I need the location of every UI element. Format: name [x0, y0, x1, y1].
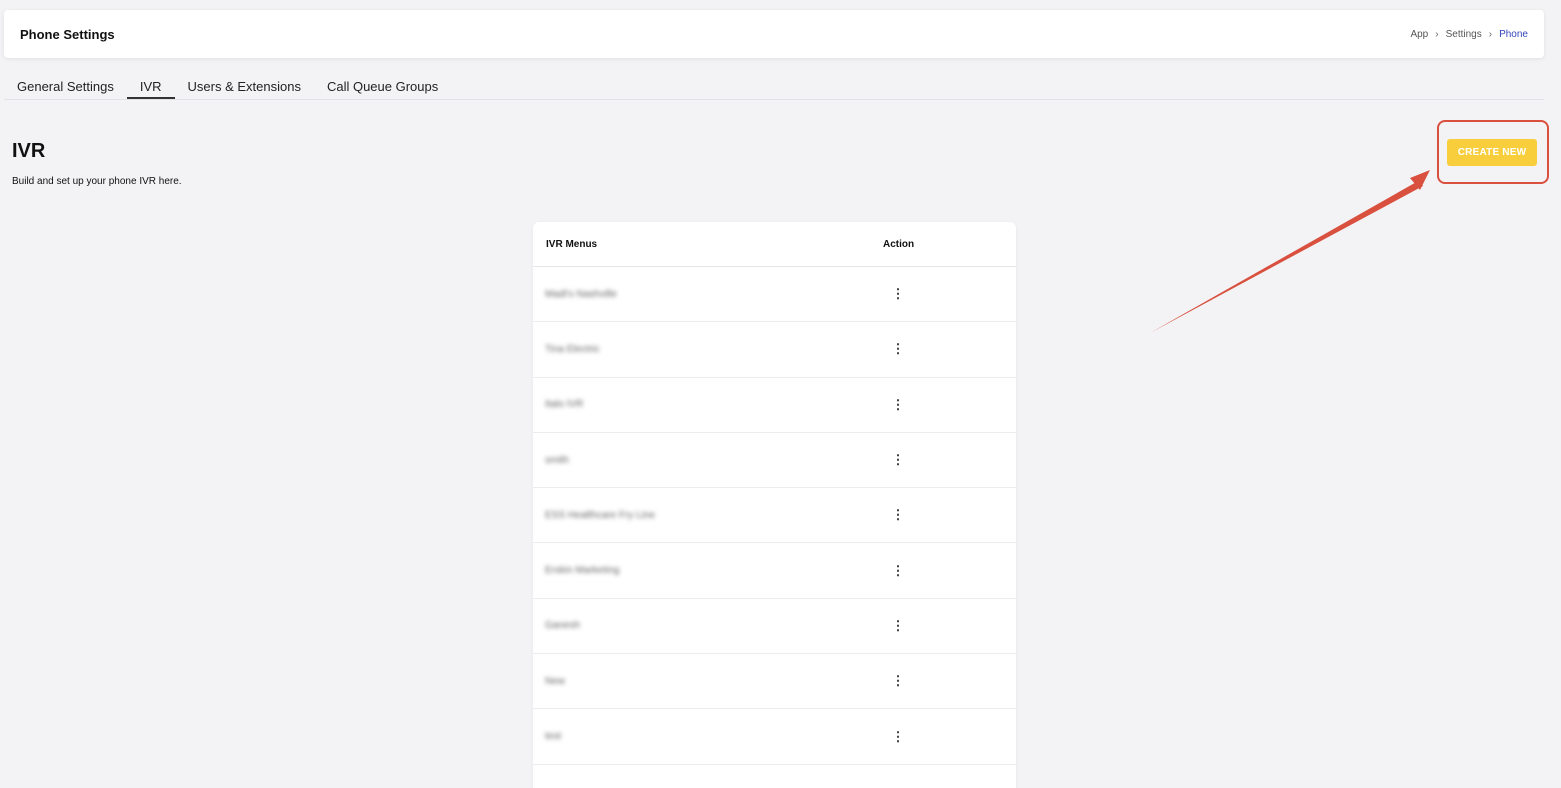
table-row[interactable]: Ganesh ⋮ — [533, 599, 1016, 655]
more-vertical-icon[interactable]: ⋮ — [888, 505, 908, 525]
table-row[interactable]: ESS Healthcare Fry Line ⋮ — [533, 488, 1016, 544]
page-header: Phone Settings App › Settings › Phone — [4, 10, 1544, 58]
ivr-menu-name: test — [545, 731, 562, 743]
ivr-menu-name: Erskin Marketing — [545, 565, 620, 577]
ivr-menu-name: Ganesh — [545, 620, 581, 632]
table-row[interactable]: Tina Electric ⋮ — [533, 322, 1016, 378]
tab-users-extensions[interactable]: Users & Extensions — [175, 72, 314, 99]
table-row[interactable]: New ⋮ — [533, 654, 1016, 710]
create-new-button[interactable]: CREATE NEW — [1447, 139, 1537, 166]
more-vertical-icon[interactable]: ⋮ — [888, 561, 908, 581]
ivr-menus-table: IVR Menus Action Madi's Nashville ⋮ Tina… — [533, 222, 1016, 788]
ivr-menu-name: smith — [545, 454, 569, 466]
table-row[interactable]: smith ⋮ — [533, 433, 1016, 489]
breadcrumb: App › Settings › Phone — [1410, 29, 1528, 40]
column-header-ivr-menus: IVR Menus — [546, 238, 598, 250]
ivr-menu-name: Italo IVR — [545, 399, 584, 411]
ivr-menu-name: Tina Electric — [545, 343, 600, 355]
more-vertical-icon[interactable]: ⋮ — [888, 616, 908, 636]
more-vertical-icon[interactable]: ⋮ — [888, 395, 908, 415]
more-vertical-icon[interactable]: ⋮ — [888, 339, 908, 359]
table-row[interactable]: Madi's Nashville ⋮ — [533, 267, 1016, 323]
more-vertical-icon[interactable]: ⋮ — [888, 284, 908, 304]
page-title: IVR — [12, 140, 46, 162]
table-row[interactable]: Erskin Marketing ⋮ — [533, 543, 1016, 599]
chevron-right-icon: › — [1488, 28, 1493, 40]
more-vertical-icon[interactable]: ⋮ — [888, 727, 908, 747]
tab-general-settings[interactable]: General Settings — [4, 72, 127, 99]
page-subtitle: Build and set up your phone IVR here. — [12, 176, 182, 187]
tab-bar: General Settings IVR Users & Extensions … — [4, 72, 1544, 100]
chevron-right-icon: › — [1435, 28, 1439, 40]
breadcrumb-item-phone: Phone — [1499, 28, 1528, 40]
column-header-action: Action — [883, 238, 915, 250]
breadcrumb-item-settings[interactable]: Settings — [1446, 29, 1482, 40]
breadcrumb-item-app[interactable]: App — [1410, 29, 1428, 40]
tab-call-queue-groups[interactable]: Call Queue Groups — [314, 72, 451, 99]
table-row[interactable]: test ⋮ — [533, 709, 1016, 765]
ivr-menu-name: ESS Healthcare Fry Line — [545, 509, 656, 521]
more-vertical-icon[interactable]: ⋮ — [888, 671, 908, 691]
table-row[interactable]: Italo IVR ⋮ — [533, 378, 1016, 433]
ivr-menu-name: Madi's Nashville — [545, 288, 617, 300]
tab-ivr[interactable]: IVR — [126, 72, 175, 99]
more-vertical-icon[interactable]: ⋮ — [888, 450, 908, 470]
page-header-title: Phone Settings — [20, 26, 115, 42]
ivr-menu-name: New — [545, 675, 566, 687]
table-header: IVR Menus Action — [533, 222, 1016, 267]
